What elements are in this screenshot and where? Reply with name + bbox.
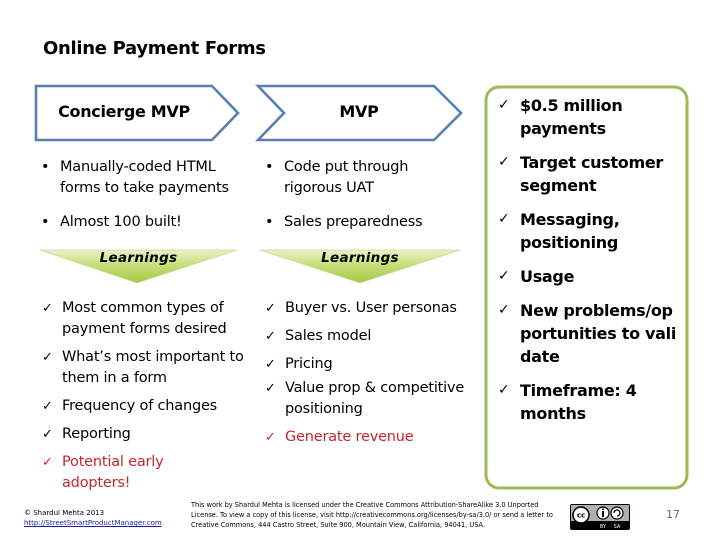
bullet-icon: • <box>265 159 274 175</box>
activity-item: • Sales preparedness <box>265 212 465 233</box>
cc-by-sa-badge[interactable]: cc BY SA <box>570 504 630 530</box>
learnings-list-mvp: ✓ Buyer vs. User personas ✓ Sales model … <box>265 298 481 455</box>
sa-label: SA <box>614 524 621 530</box>
learning-item: ✓ Reporting <box>42 424 248 445</box>
learning-item: ✓ Buyer vs. User personas <box>265 298 481 319</box>
check-icon: ✓ <box>498 382 510 398</box>
check-icon: ✓ <box>42 350 53 365</box>
check-icon: ✓ <box>42 427 53 442</box>
activities-list-mvp: • Code put through rigorous UAT • Sales … <box>265 157 465 246</box>
activity-item: • Code put through rigorous UAT <box>265 159 409 196</box>
goal-item: ✓ Messaging, positioning <box>498 210 620 252</box>
check-icon: ✓ <box>42 455 53 470</box>
learnings-label-2: Learnings <box>321 250 399 266</box>
by-label: BY <box>600 524 607 530</box>
check-icon: ✓ <box>265 430 276 445</box>
by-attribution-icon <box>602 511 604 517</box>
learning-item: ✓ Most common types of payment forms des… <box>42 300 227 337</box>
learning-item: ✓ Pricing <box>265 354 481 375</box>
check-icon: ✓ <box>42 301 53 316</box>
cc-icon: cc <box>577 512 585 520</box>
check-icon: ✓ <box>42 399 53 414</box>
learning-item: ✓ Sales model <box>265 326 481 347</box>
learning-item-highlight: ✓ Potential early adopters! <box>42 454 164 491</box>
goal-item: ✓ Timeframe: 4 months <box>498 381 637 423</box>
activity-item: • Manually-coded HTML forms to take paym… <box>41 159 229 196</box>
check-icon: ✓ <box>498 211 510 227</box>
stage-label-concierge-mvp: Concierge MVP <box>58 102 190 121</box>
check-icon: ✓ <box>265 357 276 372</box>
goal-item: ✓ Usage <box>498 267 575 286</box>
activities-list-concierge-mvp: • Manually-coded HTML forms to take paym… <box>41 157 241 246</box>
goals-list: ✓ $0.5 million payments ✓ Target custome… <box>498 94 678 436</box>
goal-item: ✓ Target customer segment <box>498 153 664 195</box>
activity-item: • Almost 100 built! <box>41 212 241 233</box>
check-icon: ✓ <box>498 97 510 113</box>
website-link[interactable]: http://StreetSmartProductManager.com <box>24 519 162 527</box>
check-icon: ✓ <box>498 302 510 318</box>
learnings-list-concierge-mvp: ✓ Most common types of payment forms des… <box>42 298 248 501</box>
check-icon: ✓ <box>265 329 276 344</box>
goal-item: ✓ New problems/opportunities to validate <box>498 301 677 366</box>
license-text: This work by Shardul Mehta is licensed u… <box>191 501 553 529</box>
stage-label-mvp: MVP <box>339 102 379 121</box>
bullet-icon: • <box>41 214 50 230</box>
learning-item: ✓ Value prop & competitive positioning <box>265 380 465 417</box>
goal-item: ✓ $0.5 million payments <box>498 96 623 138</box>
learning-item-highlight: ✓ Generate revenue <box>265 427 481 448</box>
page-number: 17 <box>666 508 680 521</box>
cc-license-icon: cc BY SA <box>571 505 629 530</box>
check-icon: ✓ <box>498 154 510 170</box>
check-icon: ✓ <box>498 268 510 284</box>
learnings-label-1: Learnings <box>99 250 178 266</box>
bullet-icon: • <box>41 159 50 175</box>
check-icon: ✓ <box>265 301 276 316</box>
copyright-text: © Shardul Mehta 2013 <box>24 509 105 517</box>
check-icon: ✓ <box>265 381 276 396</box>
bullet-icon: • <box>265 214 274 230</box>
copyright-block: © Shardul Mehta 2013 http://StreetSmartP… <box>24 508 162 528</box>
learning-item: ✓ Frequency of changes <box>42 396 248 417</box>
learning-item: ✓ What’s most important to them in a for… <box>42 349 244 386</box>
